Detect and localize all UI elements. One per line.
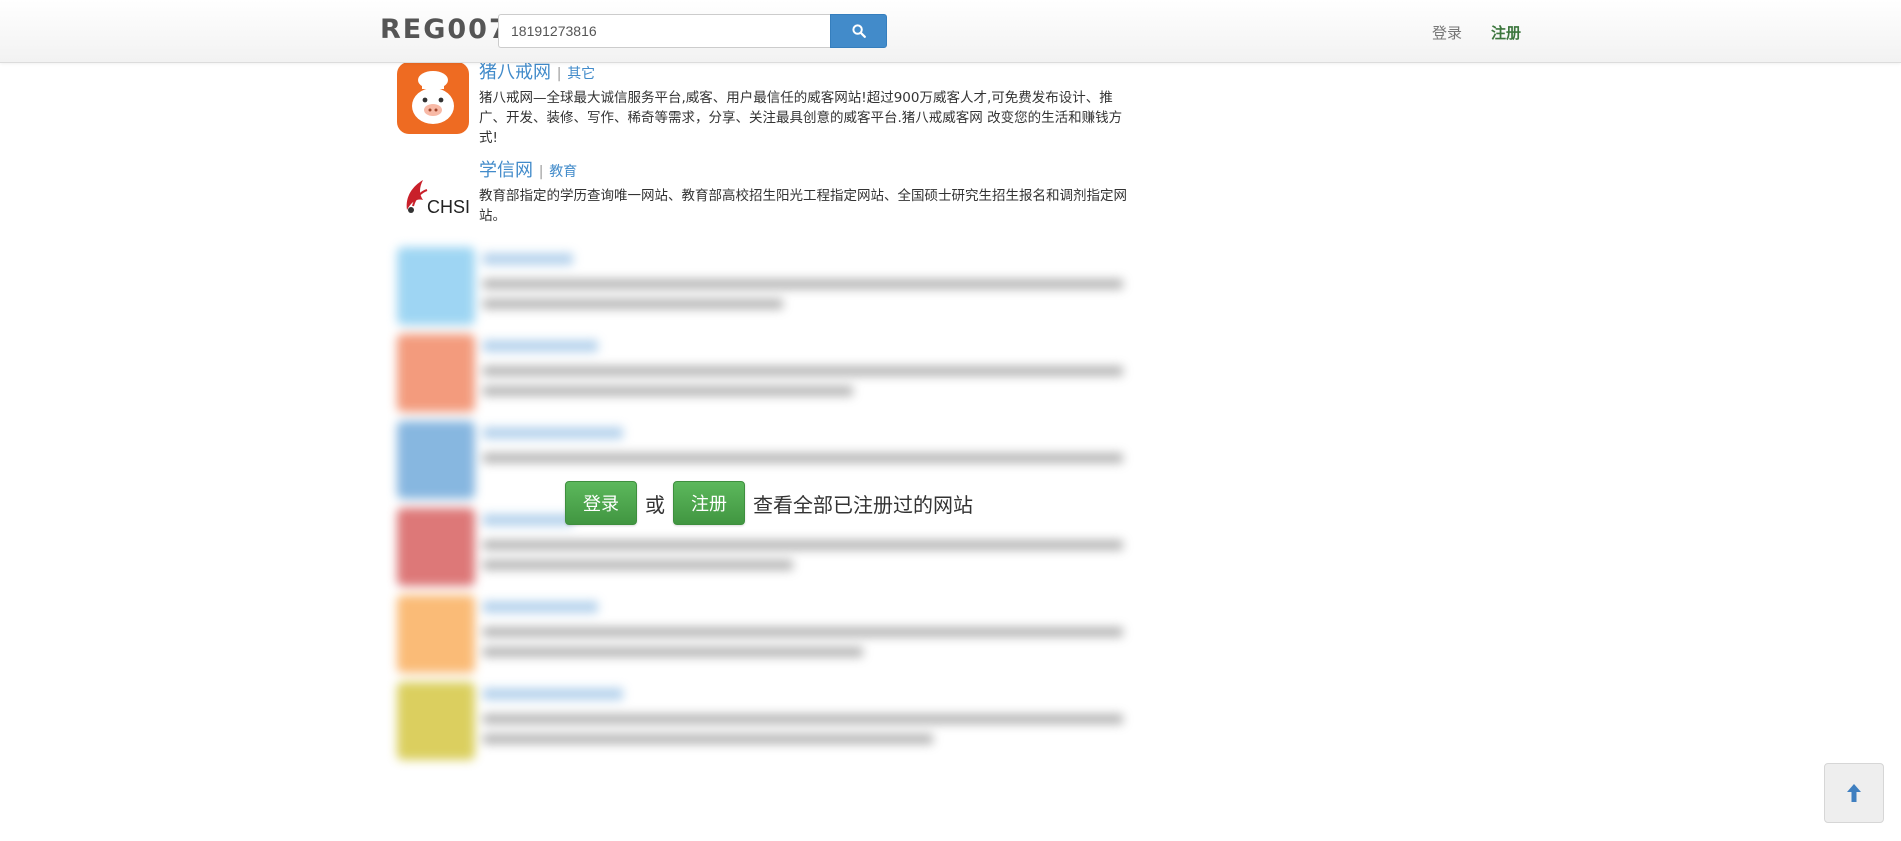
top-navbar: REG007 登录 注册 — [0, 0, 1901, 63]
search-icon — [851, 24, 866, 38]
blurred-logo-icon — [397, 508, 475, 586]
blurred-text-line — [483, 647, 863, 657]
blurred-list-item — [397, 682, 1132, 760]
brand-logo[interactable]: REG007 — [380, 14, 510, 45]
site-description: 猪八戒网—全球最大诚信服务平台,威客、用户最信任的威客网站!超过900万威客人才… — [479, 90, 1123, 146]
blurred-text-line — [483, 560, 793, 570]
overlay-login-button[interactable]: 登录 — [565, 481, 637, 525]
list-item: 猪八戒网 | 其它 猪八戒网—全球最大诚信服务平台,威客、用户最信任的威客网站!… — [397, 62, 1132, 152]
blurred-text-line — [483, 299, 783, 309]
blurred-title — [483, 340, 598, 352]
blurred-list-item — [397, 247, 1132, 325]
search-button[interactable] — [830, 14, 887, 48]
login-register-prompt: 登录 或 注册 查看全部已注册过的网站 — [565, 481, 973, 525]
blurred-text-line — [483, 453, 1123, 463]
search-input[interactable] — [498, 14, 830, 48]
blurred-text-line — [483, 714, 1123, 724]
blurred-title — [483, 514, 573, 526]
site-category-link[interactable]: 教育 — [549, 164, 577, 180]
blurred-text-line — [483, 540, 1123, 550]
site-category-link[interactable]: 其它 — [567, 66, 595, 82]
site-title-link[interactable]: 学信网 — [479, 160, 533, 181]
blurred-title — [483, 253, 573, 265]
title-separator: | — [556, 66, 562, 82]
back-to-top-button[interactable] — [1824, 763, 1884, 823]
title-separator: | — [538, 164, 544, 180]
blurred-logo-icon — [397, 421, 475, 499]
blurred-logo-icon — [397, 334, 475, 412]
arrow-up-icon — [1847, 784, 1861, 802]
nav-register-link[interactable]: 注册 — [1491, 22, 1521, 43]
blurred-logo-icon — [397, 247, 475, 325]
site-title-link[interactable]: 猪八戒网 — [479, 62, 551, 83]
blurred-title — [483, 688, 623, 700]
pig-chef-logo-icon[interactable] — [397, 62, 469, 134]
overlay-register-button[interactable]: 注册 — [673, 481, 745, 525]
blurred-logo-icon — [397, 595, 475, 673]
chsi-logo-icon[interactable] — [397, 160, 469, 232]
or-text: 或 — [645, 492, 665, 517]
blurred-title — [483, 427, 623, 439]
blurred-text-line — [483, 279, 1123, 289]
blurred-text-line — [483, 627, 1123, 637]
blurred-list-item — [397, 334, 1132, 412]
list-item: CHSI 学信网 | 教育 教育部指定的学历查询唯一网站、教育部高校招生阳光工程… — [397, 160, 1132, 232]
nav-login-link[interactable]: 登录 — [1432, 22, 1462, 43]
blurred-text-line — [483, 366, 1123, 376]
chsi-logo-text: CHSI — [427, 197, 471, 217]
blurred-text-line — [483, 734, 933, 744]
blurred-text-line — [483, 386, 853, 396]
prompt-text: 查看全部已注册过的网站 — [753, 492, 973, 517]
blurred-list-item — [397, 595, 1132, 673]
blurred-title — [483, 601, 598, 613]
site-description: 教育部指定的学历查询唯一网站、教育部高校招生阳光工程指定网站、全国硕士研究生招生… — [479, 188, 1127, 224]
blurred-logo-icon — [397, 682, 475, 760]
